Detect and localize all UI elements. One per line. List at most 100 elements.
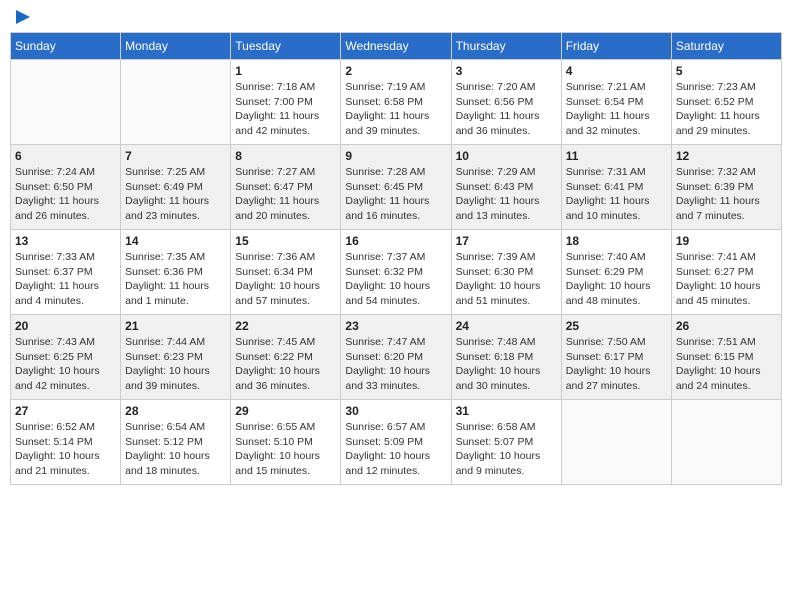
cell-content: Daylight: 10 hours and 18 minutes.	[125, 449, 226, 478]
day-number: 24	[456, 319, 557, 333]
calendar-cell: 2Sunrise: 7:19 AMSunset: 6:58 PMDaylight…	[341, 60, 451, 145]
cell-content: Sunset: 6:47 PM	[235, 180, 336, 195]
cell-content: Sunrise: 7:19 AM	[345, 80, 446, 95]
cell-content: Daylight: 11 hours and 26 minutes.	[15, 194, 116, 223]
cell-content: Sunrise: 7:43 AM	[15, 335, 116, 350]
cell-content: Daylight: 10 hours and 42 minutes.	[15, 364, 116, 393]
weekday-header-wednesday: Wednesday	[341, 33, 451, 60]
cell-content: Daylight: 11 hours and 36 minutes.	[456, 109, 557, 138]
day-number: 4	[566, 64, 667, 78]
cell-content: Sunrise: 7:35 AM	[125, 250, 226, 265]
day-number: 6	[15, 149, 116, 163]
cell-content: Daylight: 10 hours and 12 minutes.	[345, 449, 446, 478]
calendar-week-row: 27Sunrise: 6:52 AMSunset: 5:14 PMDayligh…	[11, 400, 782, 485]
calendar-cell: 27Sunrise: 6:52 AMSunset: 5:14 PMDayligh…	[11, 400, 121, 485]
cell-content: Sunrise: 7:45 AM	[235, 335, 336, 350]
cell-content: Sunset: 5:10 PM	[235, 435, 336, 450]
calendar-cell	[121, 60, 231, 145]
page-header	[10, 10, 782, 24]
weekday-header-friday: Friday	[561, 33, 671, 60]
cell-content: Sunset: 6:25 PM	[15, 350, 116, 365]
cell-content: Sunset: 5:07 PM	[456, 435, 557, 450]
cell-content: Daylight: 10 hours and 9 minutes.	[456, 449, 557, 478]
cell-content: Daylight: 10 hours and 36 minutes.	[235, 364, 336, 393]
day-number: 11	[566, 149, 667, 163]
cell-content: Sunset: 6:18 PM	[456, 350, 557, 365]
logo-arrow-icon	[16, 10, 30, 24]
calendar-cell: 21Sunrise: 7:44 AMSunset: 6:23 PMDayligh…	[121, 315, 231, 400]
weekday-header-sunday: Sunday	[11, 33, 121, 60]
cell-content: Sunset: 6:15 PM	[676, 350, 777, 365]
calendar-cell: 1Sunrise: 7:18 AMSunset: 7:00 PMDaylight…	[231, 60, 341, 145]
day-number: 13	[15, 234, 116, 248]
cell-content: Sunrise: 6:55 AM	[235, 420, 336, 435]
calendar-cell: 23Sunrise: 7:47 AMSunset: 6:20 PMDayligh…	[341, 315, 451, 400]
calendar-week-row: 13Sunrise: 7:33 AMSunset: 6:37 PMDayligh…	[11, 230, 782, 315]
calendar-cell: 20 Sunrise: 7:43 AMSunset: 6:25 PMDayligh…	[11, 315, 121, 400]
day-number: 20	[15, 319, 116, 333]
cell-content: Sunset: 6:27 PM	[676, 265, 777, 280]
cell-content: Daylight: 11 hours and 42 minutes.	[235, 109, 336, 138]
cell-content: Sunset: 6:56 PM	[456, 95, 557, 110]
day-number: 12	[676, 149, 777, 163]
calendar-week-row: 1Sunrise: 7:18 AMSunset: 7:00 PMDaylight…	[11, 60, 782, 145]
calendar-cell: 9Sunrise: 7:28 AMSunset: 6:45 PMDaylight…	[341, 145, 451, 230]
cell-content: Sunset: 6:43 PM	[456, 180, 557, 195]
cell-content: Sunset: 6:22 PM	[235, 350, 336, 365]
day-number: 7	[125, 149, 226, 163]
day-number: 15	[235, 234, 336, 248]
cell-content: Sunset: 6:41 PM	[566, 180, 667, 195]
day-number: 3	[456, 64, 557, 78]
calendar-cell: 15 Sunrise: 7:36 AMSunset: 6:34 PMDayligh…	[231, 230, 341, 315]
calendar-cell: 17Sunrise: 7:39 AMSunset: 6:30 PMDayligh…	[451, 230, 561, 315]
cell-content: Sunrise: 7:20 AM	[456, 80, 557, 95]
calendar-cell: 18Sunrise: 7:40 AMSunset: 6:29 PMDayligh…	[561, 230, 671, 315]
day-number: 23	[345, 319, 446, 333]
cell-content: Daylight: 11 hours and 13 minutes.	[456, 194, 557, 223]
cell-content: Sunrise: 7:48 AM	[456, 335, 557, 350]
cell-content: Sunset: 6:34 PM	[235, 265, 336, 280]
day-number: 21	[125, 319, 226, 333]
calendar-cell: 30Sunrise: 6:57 AMSunset: 5:09 PMDayligh…	[341, 400, 451, 485]
calendar-cell: 14Sunrise: 7:35 AMSunset: 6:36 PMDayligh…	[121, 230, 231, 315]
cell-content: Daylight: 10 hours and 45 minutes.	[676, 279, 777, 308]
cell-content: Sunrise: 6:52 AM	[15, 420, 116, 435]
cell-content: Sunset: 6:23 PM	[125, 350, 226, 365]
cell-content: Sunrise: 6:57 AM	[345, 420, 446, 435]
cell-content: Daylight: 10 hours and 57 minutes.	[235, 279, 336, 308]
cell-content: Daylight: 11 hours and 39 minutes.	[345, 109, 446, 138]
calendar-cell: 10Sunrise: 7:29 AMSunset: 6:43 PMDayligh…	[451, 145, 561, 230]
calendar-cell: 6Sunrise: 7:24 AMSunset: 6:50 PMDaylight…	[11, 145, 121, 230]
calendar-cell: 25Sunrise: 7:50 AMSunset: 6:17 PMDayligh…	[561, 315, 671, 400]
cell-content: Sunrise: 7:50 AM	[566, 335, 667, 350]
cell-content: Sunrise: 7:36 AM	[235, 250, 336, 265]
cell-content: Daylight: 10 hours and 39 minutes.	[125, 364, 226, 393]
day-number: 28	[125, 404, 226, 418]
day-number: 18	[566, 234, 667, 248]
cell-content: Sunset: 6:58 PM	[345, 95, 446, 110]
cell-content: Daylight: 11 hours and 7 minutes.	[676, 194, 777, 223]
cell-content: Sunset: 6:29 PM	[566, 265, 667, 280]
cell-content: Sunrise: 7:37 AM	[345, 250, 446, 265]
day-number: 26	[676, 319, 777, 333]
cell-content: Daylight: 11 hours and 20 minutes.	[235, 194, 336, 223]
calendar-cell: 5Sunrise: 7:23 AMSunset: 6:52 PMDaylight…	[671, 60, 781, 145]
cell-content: Sunset: 6:54 PM	[566, 95, 667, 110]
cell-content: Sunrise: 7:39 AM	[456, 250, 557, 265]
calendar-cell: 28Sunrise: 6:54 AMSunset: 5:12 PMDayligh…	[121, 400, 231, 485]
calendar-cell: 12Sunrise: 7:32 AMSunset: 6:39 PMDayligh…	[671, 145, 781, 230]
cell-content: Daylight: 11 hours and 16 minutes.	[345, 194, 446, 223]
cell-content: Daylight: 10 hours and 24 minutes.	[676, 364, 777, 393]
cell-content: Sunset: 6:30 PM	[456, 265, 557, 280]
day-number: 1	[235, 64, 336, 78]
cell-content: Sunrise: 7:31 AM	[566, 165, 667, 180]
cell-content: Sunrise: 7:25 AM	[125, 165, 226, 180]
calendar-cell	[561, 400, 671, 485]
cell-content: Daylight: 10 hours and 21 minutes.	[15, 449, 116, 478]
cell-content: Sunset: 6:20 PM	[345, 350, 446, 365]
cell-content: Daylight: 11 hours and 29 minutes.	[676, 109, 777, 138]
cell-content: Sunrise: 7:32 AM	[676, 165, 777, 180]
cell-content: Sunset: 6:36 PM	[125, 265, 226, 280]
weekday-header-thursday: Thursday	[451, 33, 561, 60]
calendar-cell: 7Sunrise: 7:25 AMSunset: 6:49 PMDaylight…	[121, 145, 231, 230]
